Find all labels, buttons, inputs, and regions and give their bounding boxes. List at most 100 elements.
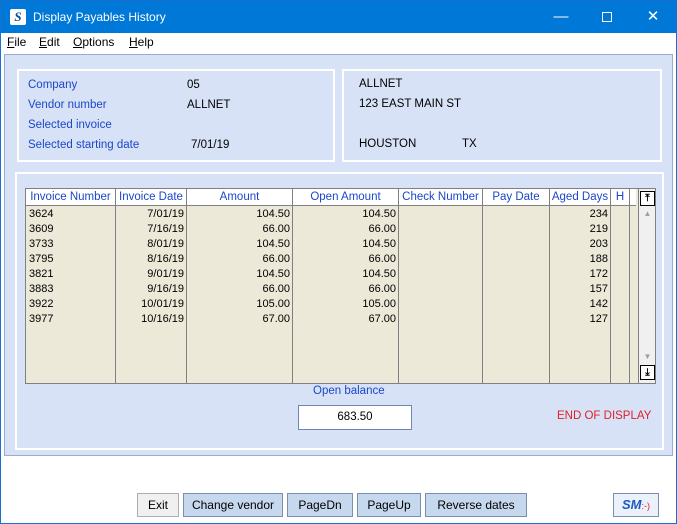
vendor-name: ALLNET: [359, 78, 403, 90]
table-cell: 9/01/19: [147, 268, 184, 280]
table-row[interactable]: 3922 10/01/19 105.00 105.00 142: [26, 297, 636, 312]
table-row[interactable]: 3624 7/01/19 104.50 104.50 234: [26, 207, 636, 222]
table-scrollbar[interactable]: ⤒ ▲ ▼ ⤓: [638, 189, 655, 383]
table-cell: 66.00: [368, 283, 396, 295]
close-icon: ✕: [646, 8, 660, 25]
table-cell: 3883: [29, 283, 54, 295]
table-cell: 127: [589, 313, 608, 325]
chevron-up-icon: ▲: [643, 209, 652, 218]
menu-edit-label: dit: [47, 35, 60, 49]
scroll-up-arrow[interactable]: ▲: [640, 208, 655, 220]
sm-logo-button[interactable]: SM:-): [613, 493, 659, 517]
col-pay-date[interactable]: Pay Date: [483, 189, 550, 205]
table-cell: 104.50: [256, 268, 290, 280]
starting-date-value: 7/01/19: [191, 139, 230, 151]
table-cell: 9/16/19: [147, 283, 184, 295]
table-cell: [399, 222, 480, 237]
table-cell: 105.00: [362, 298, 396, 310]
table-cell: 3733: [29, 238, 54, 250]
vendor-number-label: Vendor number: [28, 99, 107, 111]
menu-edit[interactable]: Edit: [39, 35, 60, 49]
table-row[interactable]: 3977 10/16/19 67.00 67.00 127: [26, 312, 636, 327]
vendor-street: 123 EAST MAIN ST: [359, 98, 462, 110]
table-cell: [611, 252, 627, 267]
reverse-dates-button[interactable]: Reverse dates: [425, 493, 527, 517]
table-cell: 7/16/19: [147, 223, 184, 235]
minimize-button[interactable]: —: [538, 1, 584, 33]
table-cell: 203: [589, 238, 608, 250]
col-h[interactable]: H: [611, 189, 630, 205]
smiley-icon: :-): [641, 501, 651, 511]
table-cell: 66.00: [368, 253, 396, 265]
menu-help[interactable]: Help: [129, 35, 154, 49]
table-cell: 219: [589, 223, 608, 235]
table-cell: 10/01/19: [141, 298, 184, 310]
table-row[interactable]: 3795 8/16/19 66.00 66.00 188: [26, 252, 636, 267]
menu-bar: File Edit Options Help: [1, 33, 676, 53]
table-cell: 142: [589, 298, 608, 310]
table-cell: 66.00: [262, 223, 290, 235]
vendor-info-panel: Company 05 Vendor number ALLNET Selected…: [17, 69, 335, 162]
table-cell: [611, 297, 627, 312]
payables-history-window: S Display Payables History — ✕ File Edit…: [0, 0, 677, 524]
maximize-button[interactable]: [584, 1, 630, 33]
col-check-number[interactable]: Check Number: [399, 189, 483, 205]
table-cell: [611, 237, 627, 252]
table-cell: [483, 312, 547, 327]
menu-file-label: ile: [14, 35, 27, 49]
col-amount[interactable]: Amount: [187, 189, 293, 205]
table-cell: 188: [589, 253, 608, 265]
scroll-bottom-icon: ⤓: [645, 367, 650, 378]
table-row[interactable]: 3883 9/16/19 66.00 66.00 157: [26, 282, 636, 297]
menu-file[interactable]: File: [7, 35, 26, 49]
table-cell: 3795: [29, 253, 54, 265]
col-invoice-date[interactable]: Invoice Date: [116, 189, 187, 205]
col-aged-days[interactable]: Aged Days: [550, 189, 611, 205]
col-open-amount[interactable]: Open Amount: [293, 189, 399, 205]
page-down-button[interactable]: PageDn: [287, 493, 353, 517]
payables-table[interactable]: Invoice Number Invoice Date Amount Open …: [25, 188, 656, 384]
table-cell: [399, 282, 480, 297]
vendor-number-value: ALLNET: [187, 99, 231, 111]
table-row[interactable]: 3821 9/01/19 104.50 104.50 172: [26, 267, 636, 282]
minimize-icon: —: [553, 8, 569, 25]
table-header: Invoice Number Invoice Date Amount Open …: [26, 189, 636, 206]
close-button[interactable]: ✕: [630, 1, 676, 33]
table-cell: [611, 222, 627, 237]
page-up-button[interactable]: PageUp: [357, 493, 421, 517]
history-panel: Invoice Number Invoice Date Amount Open …: [15, 172, 664, 450]
table-cell: [483, 207, 547, 222]
chevron-down-icon: ▼: [643, 352, 652, 361]
selected-invoice-label: Selected invoice: [28, 119, 112, 131]
end-of-display-status: END OF DISPLAY: [557, 410, 652, 422]
table-cell: 8/16/19: [147, 253, 184, 265]
table-cell: 66.00: [368, 223, 396, 235]
table-cell: 67.00: [368, 313, 396, 325]
scroll-top-button[interactable]: ⤒: [640, 191, 655, 206]
menu-help-mnemonic: H: [129, 35, 138, 49]
table-cell: [399, 297, 480, 312]
table-cell: 104.50: [362, 268, 396, 280]
menu-options[interactable]: Options: [73, 35, 114, 49]
open-balance-value: 683.50: [298, 405, 412, 430]
col-invoice-number[interactable]: Invoice Number: [26, 189, 116, 205]
table-cell: 172: [589, 268, 608, 280]
exit-button[interactable]: Exit: [137, 493, 179, 517]
title-bar[interactable]: S Display Payables History — ✕: [1, 1, 676, 33]
table-cell: 7/01/19: [147, 208, 184, 220]
table-cell: [399, 267, 480, 282]
table-cell: 66.00: [262, 283, 290, 295]
table-cell: [483, 297, 547, 312]
table-row[interactable]: 3609 7/16/19 66.00 66.00 219: [26, 222, 636, 237]
scroll-bottom-button[interactable]: ⤓: [640, 365, 655, 380]
vendor-city: HOUSTON: [359, 138, 417, 150]
table-cell: 10/16/19: [141, 313, 184, 325]
change-vendor-button[interactable]: Change vendor: [183, 493, 283, 517]
table-cell: [611, 207, 627, 222]
table-row[interactable]: 3733 8/01/19 104.50 104.50 203: [26, 237, 636, 252]
table-cell: 3821: [29, 268, 54, 280]
scroll-down-arrow[interactable]: ▼: [640, 351, 655, 363]
table-cell: [399, 207, 480, 222]
table-cell: 66.00: [262, 253, 290, 265]
maximize-icon: [602, 12, 612, 23]
